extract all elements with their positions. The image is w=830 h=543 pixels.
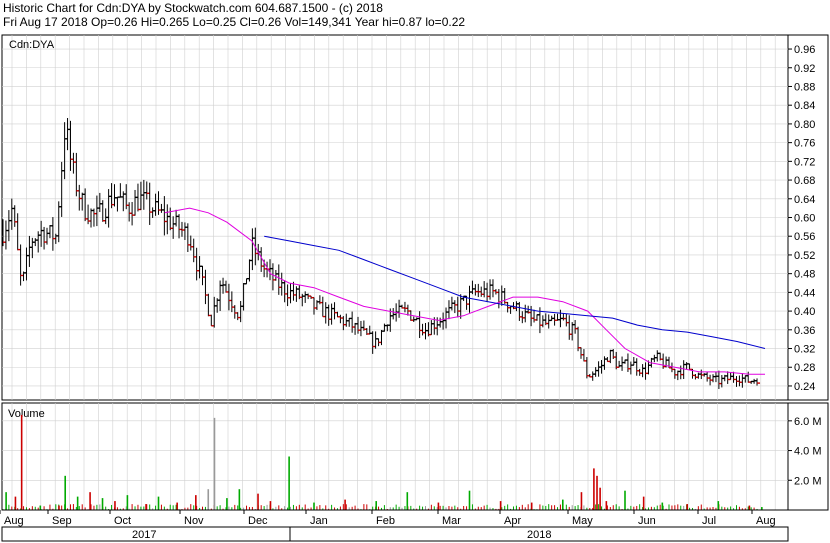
symbol-label: Cdn:DYA xyxy=(9,39,55,51)
price-panel: 0.96 0.92 0.88 0.84 0.80 0.76 0.72 0.68 0.64 0.60… xyxy=(1,34,829,401)
volume-panel: Volume 6.0 M 4.0 M 2.0 M xyxy=(1,402,829,511)
price-tick-label: 0.32 xyxy=(794,344,815,356)
year-band xyxy=(1,526,789,542)
volume-tick-label: 6.0 M xyxy=(794,416,822,428)
x-tick-label: Jun xyxy=(638,515,656,527)
price-tick-label: 0.68 xyxy=(794,175,815,187)
price-tick-label: 0.96 xyxy=(794,44,815,56)
x-tick-label: Feb xyxy=(376,515,395,527)
x-tick-label: Nov xyxy=(184,515,204,527)
price-tick-label: 0.84 xyxy=(794,100,815,112)
volume-tick-label: 2.0 M xyxy=(794,475,822,487)
x-tick-label: Jul xyxy=(702,515,716,527)
price-tick-label: 0.64 xyxy=(794,194,815,206)
price-tick-label: 0.60 xyxy=(794,213,815,225)
volume-tick-label: 4.0 M xyxy=(794,446,822,458)
x-tick-label: Sep xyxy=(52,515,72,527)
price-tick-label: 0.44 xyxy=(794,287,815,299)
historic-chart: 0.96 0.92 0.88 0.84 0.80 0.76 0.72 0.68 0.64 0.60… xyxy=(0,34,829,542)
x-axis: Aug Sep Oct Nov Dec Jan Feb Mar Apr May Jun Jul Aug 2… xyxy=(0,509,828,542)
volume-label: Volume xyxy=(8,408,45,420)
x-tick-label: Jan xyxy=(310,515,328,527)
price-tick-label: 0.88 xyxy=(794,81,815,93)
price-tick-label: 0.92 xyxy=(794,63,815,75)
year-label-2017: 2017 xyxy=(132,529,156,541)
price-tick-label: 0.72 xyxy=(794,156,815,168)
price-tick-label: 0.36 xyxy=(794,325,815,337)
price-tick-label: 0.40 xyxy=(794,306,815,318)
x-tick-label: Aug xyxy=(4,515,24,527)
x-tick-label: Apr xyxy=(504,515,521,527)
x-tick-label: Dec xyxy=(248,515,268,527)
price-tick-label: 0.28 xyxy=(794,362,815,374)
price-tick-label: 0.24 xyxy=(794,381,815,393)
year-label-2018: 2018 xyxy=(527,529,551,541)
price-tick-label: 0.76 xyxy=(794,138,815,150)
price-tick-label: 0.56 xyxy=(794,231,815,243)
x-tick-label: May xyxy=(572,515,593,527)
price-tick-label: 0.48 xyxy=(794,269,815,281)
price-tick-label: 0.80 xyxy=(794,119,815,131)
x-tick-label: Mar xyxy=(442,515,461,527)
x-tick-label: Aug xyxy=(756,515,776,527)
price-tick-label: 0.52 xyxy=(794,250,815,262)
x-tick-label: Oct xyxy=(114,515,131,527)
